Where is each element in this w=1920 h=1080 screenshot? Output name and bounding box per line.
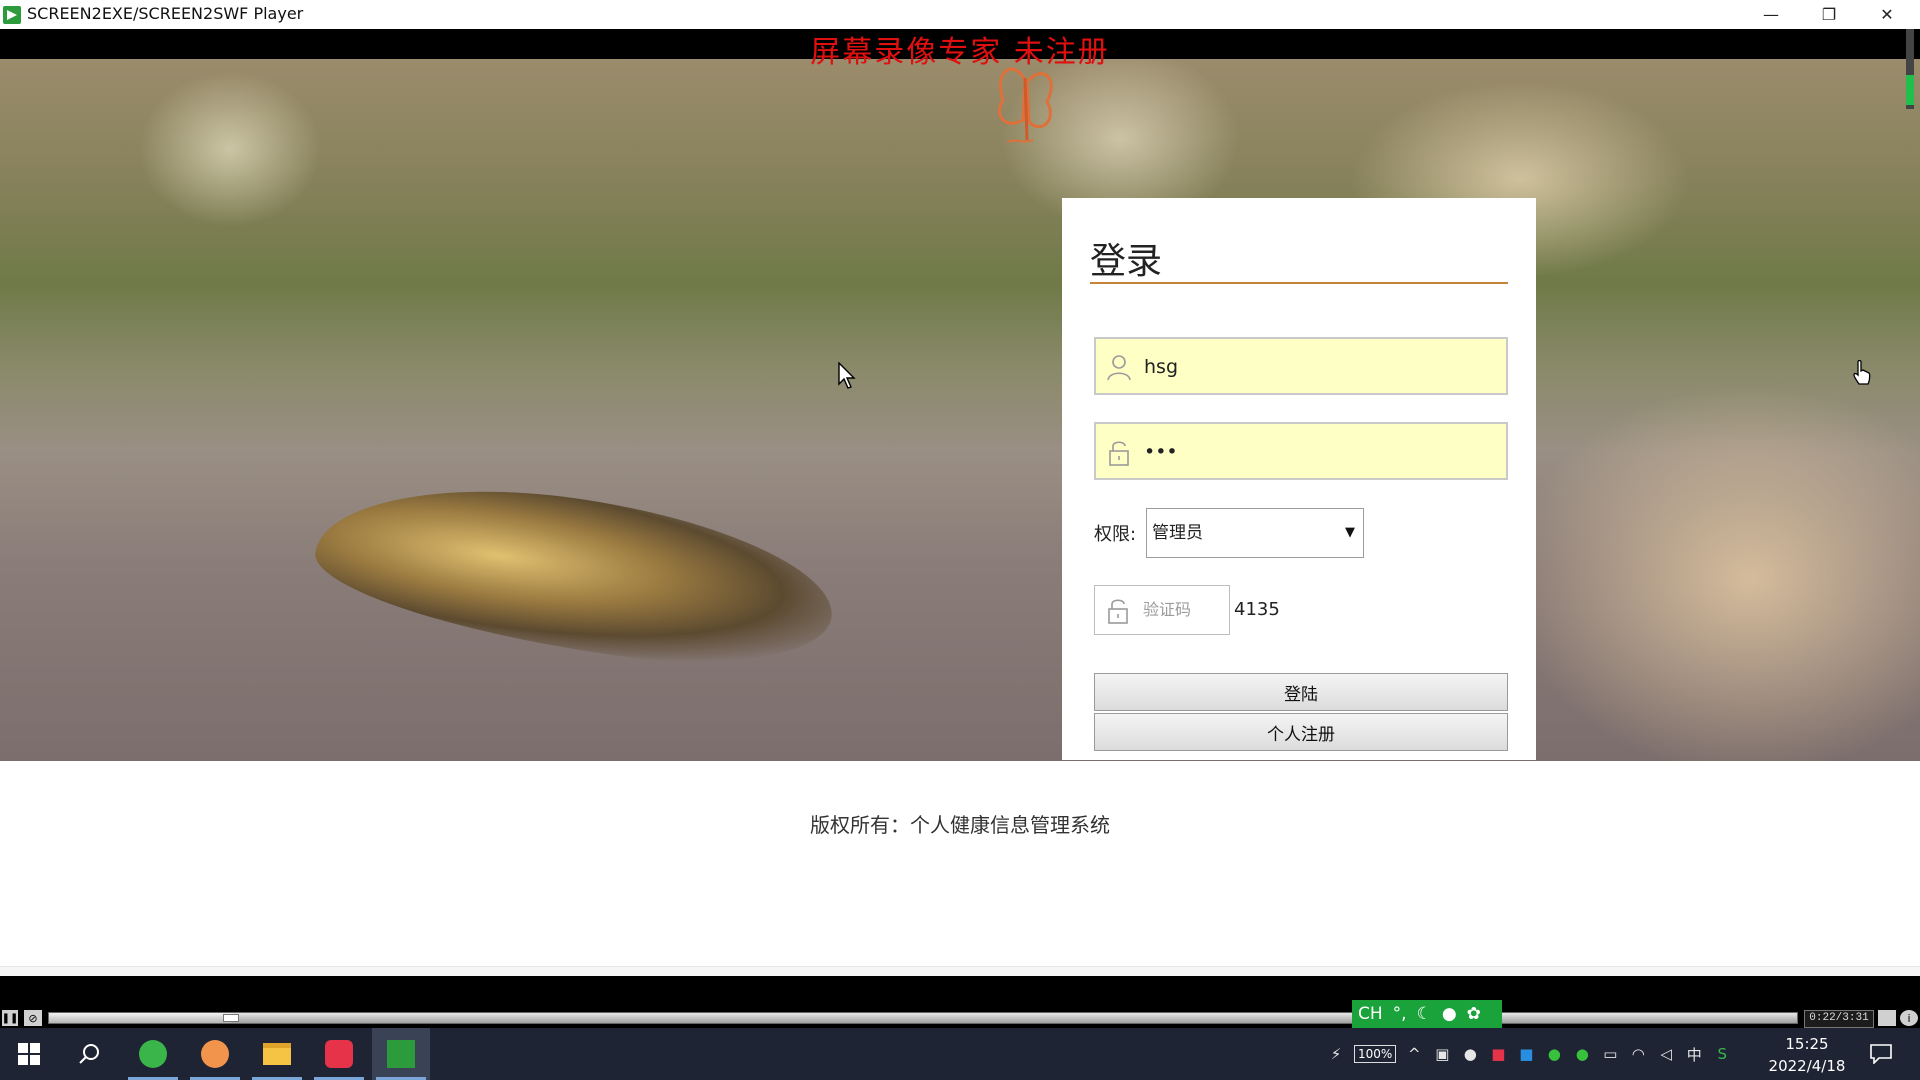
mouse-cursor-icon (838, 362, 856, 389)
wechat-icon[interactable]: ● (1572, 1044, 1592, 1064)
app-red-tray-icon[interactable]: ■ (1488, 1044, 1508, 1064)
system-tray: ⚡ 100% ^ ▣ ● ■ ■ ● ● ▭ ◠ ◁ 中 S (1326, 1040, 1732, 1068)
app-icon (3, 6, 21, 24)
lock-icon (1109, 441, 1129, 466)
ime-toolbar[interactable]: CH °, ☾ ● ✿ (1352, 1000, 1502, 1028)
screen-player-icon (387, 1040, 415, 1068)
seek-bar-thumb[interactable] (222, 1014, 239, 1022)
battery-indicator[interactable]: 100% (1354, 1045, 1397, 1063)
hand-cursor-icon (1853, 360, 1871, 385)
wechat-icon[interactable]: ● (1544, 1044, 1564, 1064)
ime-indicator[interactable]: 中 (1684, 1044, 1704, 1064)
start-button[interactable] (0, 1028, 58, 1080)
fit-screen-button[interactable] (1878, 1010, 1896, 1026)
wifi-icon[interactable]: ◠ (1628, 1044, 1648, 1064)
taskbar-app-orange[interactable] (186, 1028, 244, 1080)
lock-icon (1108, 599, 1128, 624)
role-select[interactable]: 管理员 ▼ (1146, 508, 1364, 558)
punctuation-icon[interactable]: °, (1393, 1004, 1407, 1024)
register-button[interactable]: 个人注册 (1094, 713, 1508, 751)
browser-360-icon (139, 1040, 167, 1068)
password-value: ••• (1144, 441, 1178, 463)
app-blue-tray-icon[interactable]: ■ (1516, 1044, 1536, 1064)
password-input[interactable]: ••• (1094, 422, 1508, 480)
taskbar-screen-player[interactable] (372, 1028, 430, 1080)
chevron-up-icon[interactable]: ^ (1404, 1044, 1424, 1064)
video-frame (0, 59, 1920, 761)
notification-icon (1870, 1044, 1892, 1064)
camera-icon[interactable]: ▣ (1432, 1044, 1452, 1064)
leaf-image (307, 463, 843, 685)
moon-icon[interactable]: ☾ (1417, 1004, 1432, 1024)
taskbar-app-red[interactable] (310, 1028, 368, 1080)
seek-bar[interactable] (48, 1012, 1798, 1024)
user-icon (1107, 355, 1131, 381)
clock-time[interactable]: 15:25 (1760, 1034, 1854, 1054)
captcha-code[interactable]: 4135 (1234, 597, 1280, 623)
title-divider (1090, 282, 1508, 284)
seek-bar-progress (49, 1013, 231, 1023)
search-icon (79, 1044, 99, 1064)
taskbar-file-explorer[interactable] (248, 1028, 306, 1080)
window-title: SCREEN2EXE/SCREEN2SWF Player (27, 4, 304, 23)
username-input[interactable]: hsg (1094, 337, 1508, 395)
search-button[interactable] (60, 1028, 118, 1080)
battery-icon[interactable]: ▭ (1600, 1044, 1620, 1064)
copyright-text: 版权所有：个人健康信息管理系统 (810, 813, 1110, 837)
role-label: 权限: (1094, 524, 1137, 545)
settings-icon[interactable]: ✿ (1467, 1004, 1481, 1024)
windows-icon (18, 1043, 40, 1065)
clock-date[interactable]: 2022/4/18 (1760, 1056, 1854, 1076)
app-red-icon (325, 1040, 353, 1068)
minimize-button[interactable]: — (1742, 0, 1800, 29)
volume-icon[interactable]: ◁ (1656, 1044, 1676, 1064)
captcha-placeholder: 验证码 (1143, 600, 1192, 619)
login-title: 登录 (1090, 241, 1163, 282)
plug-icon[interactable]: ⚡ (1326, 1044, 1346, 1064)
notification-button[interactable] (1866, 1040, 1896, 1068)
login-button[interactable]: 登陆 (1094, 673, 1508, 711)
folder-icon (263, 1043, 291, 1065)
captcha-input[interactable]: 验证码 (1094, 585, 1230, 635)
role-selected-value: 管理员 (1152, 523, 1203, 543)
close-button[interactable]: ✕ (1858, 0, 1916, 29)
user-icon[interactable]: ● (1442, 1004, 1457, 1024)
player-scrollbar-thumb[interactable] (1906, 75, 1914, 105)
stop-button[interactable]: ⊘ (24, 1010, 42, 1026)
qq-icon[interactable]: ● (1460, 1044, 1480, 1064)
playback-time: 0:22/3:31 (1804, 1010, 1874, 1028)
info-button[interactable]: i (1900, 1010, 1918, 1026)
taskbar-app-360[interactable] (124, 1028, 182, 1080)
ime-language[interactable]: CH (1358, 1004, 1383, 1024)
butterfly-icon (997, 67, 1053, 143)
dropdown-arrow-icon: ▼ (1345, 525, 1355, 540)
pause-button[interactable]: ❚❚ (2, 1010, 18, 1026)
username-value: hsg (1144, 356, 1179, 378)
app-orange-icon (201, 1040, 229, 1068)
restore-button[interactable]: ❐ (1800, 0, 1858, 29)
sogou-icon[interactable]: S (1712, 1044, 1732, 1064)
